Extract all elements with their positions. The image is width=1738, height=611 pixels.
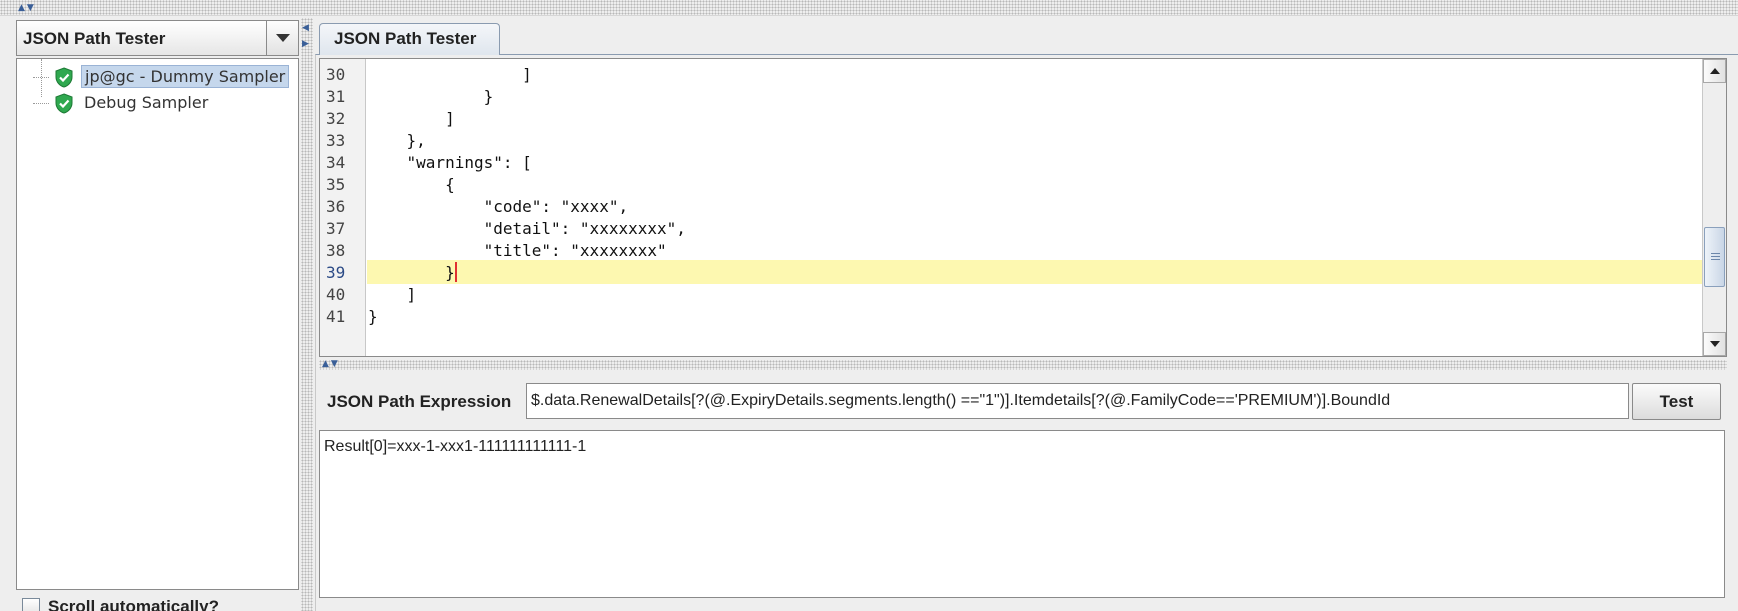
tree-connector <box>33 103 49 104</box>
line-number: 30 <box>326 65 346 84</box>
code-line[interactable]: }, <box>368 131 426 150</box>
result-text: Result[0]=xxx-1-xxx1-111111111111-1 <box>324 438 587 455</box>
tree-item-dummy-sampler[interactable]: jp@gc - Dummy Sampler <box>17 64 300 90</box>
line-number-gutter: 30 31 32 33 34 35 36 37 38 39 40 41 <box>320 59 366 356</box>
splitter-arrows-icon[interactable]: ▲▼ <box>322 360 340 369</box>
line-number: 35 <box>326 175 346 194</box>
code-line[interactable]: } <box>368 87 494 106</box>
scroll-up-icon[interactable] <box>1703 59 1726 83</box>
code-line-current[interactable]: } <box>368 263 455 282</box>
line-number: 36 <box>326 197 346 216</box>
current-line-highlight <box>367 260 1702 284</box>
line-number: 31 <box>326 87 346 106</box>
tree-item-debug-sampler[interactable]: Debug Sampler <box>17 90 300 116</box>
vertical-splitter[interactable]: ◀ ▶ <box>301 18 313 611</box>
grip-line <box>1711 259 1720 260</box>
code-line[interactable]: ] <box>368 285 417 304</box>
collapse-left-icon[interactable]: ◀ <box>302 24 309 33</box>
code-line[interactable]: "detail": "xxxxxxxx", <box>368 219 686 238</box>
code-line[interactable]: ] <box>368 65 532 84</box>
left-panel: JSON Path Tester jp@gc - Dummy Sampler D… <box>16 20 299 611</box>
tree-item-label[interactable]: Debug Sampler <box>81 92 211 113</box>
tree-view-selector-value: JSON Path Tester <box>23 29 166 48</box>
expression-label: JSON Path Expression <box>327 392 512 411</box>
line-number: 33 <box>326 131 346 150</box>
response-editor[interactable]: 30 31 32 33 34 35 36 37 38 39 40 41 ] } … <box>319 58 1727 357</box>
result-output[interactable]: Result[0]=xxx-1-xxx1-111111111111-1 <box>319 430 1725 598</box>
code-line[interactable]: "title": "xxxxxxxx" <box>368 241 667 260</box>
splitter-arrows-icon[interactable]: ▲▼ <box>18 4 36 13</box>
code-line[interactable]: "warnings": [ <box>368 153 532 172</box>
success-shield-icon <box>55 67 73 88</box>
top-splitter[interactable]: ▲▼ <box>0 0 1738 16</box>
line-number: 37 <box>326 219 346 238</box>
code-line[interactable]: ] <box>368 109 455 128</box>
tree-connector <box>33 77 49 78</box>
tab-json-path-tester[interactable]: JSON Path Tester <box>319 23 500 55</box>
expand-right-icon[interactable]: ▶ <box>302 40 309 49</box>
tab-label: JSON Path Tester <box>334 29 477 48</box>
chevron-down-icon[interactable] <box>266 21 298 55</box>
code-line[interactable]: } <box>368 307 378 326</box>
test-button[interactable]: Test <box>1632 383 1721 420</box>
text-caret <box>455 262 457 282</box>
editor-vertical-scrollbar[interactable] <box>1702 59 1726 356</box>
code-line[interactable]: "code": "xxxx", <box>368 197 629 216</box>
code-line[interactable]: { <box>368 175 455 194</box>
scroll-automatically-checkbox[interactable]: Scroll automatically? <box>16 594 299 611</box>
scroll-down-icon[interactable] <box>1703 332 1726 356</box>
line-number: 38 <box>326 241 346 260</box>
tree-item-label[interactable]: jp@gc - Dummy Sampler <box>81 65 290 88</box>
grip-line <box>1711 256 1720 257</box>
horizontal-splitter[interactable]: ▲▼ <box>319 360 1727 370</box>
json-path-expression-input[interactable] <box>526 383 1629 419</box>
success-shield-icon <box>55 93 73 114</box>
results-tree: jp@gc - Dummy Sampler Debug Sampler <box>16 58 299 590</box>
grip-line <box>1711 253 1720 254</box>
checkbox[interactable] <box>22 598 40 611</box>
scrollbar-thumb[interactable] <box>1704 227 1725 287</box>
line-number: 32 <box>326 109 346 128</box>
tree-view-selector[interactable]: JSON Path Tester <box>16 20 299 56</box>
line-number: 41 <box>326 307 346 326</box>
line-number-current: 39 <box>326 263 346 282</box>
expression-row: JSON Path Expression Test <box>319 380 1727 424</box>
checkbox-label[interactable]: Scroll automatically? <box>48 597 219 611</box>
line-number: 40 <box>326 285 346 304</box>
line-number: 34 <box>326 153 346 172</box>
